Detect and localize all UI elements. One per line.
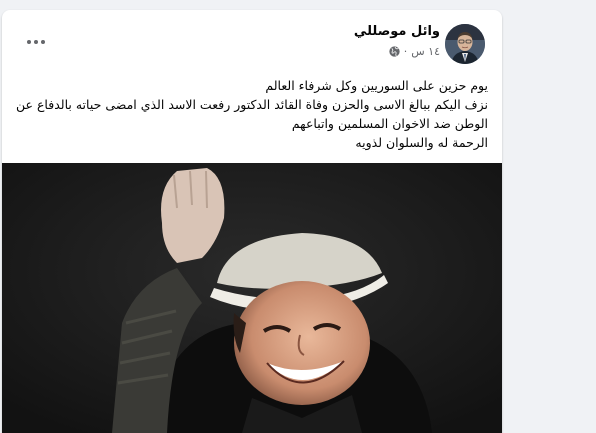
post-photo[interactable] [2, 163, 502, 433]
post-text-line: الرحمة له والسلوان لذويه [355, 135, 488, 150]
more-dot-icon [27, 40, 31, 44]
more-dot-icon [41, 40, 45, 44]
more-dot-icon [34, 40, 38, 44]
post-text-line: يوم حزين على السوريين وكل شرفاء العالم [265, 78, 488, 93]
post-header: وائل موصللي ١٤ س · [2, 10, 502, 70]
post-timestamp[interactable]: ١٤ س [411, 45, 440, 58]
author-name[interactable]: وائل موصللي [354, 24, 440, 39]
avatar-image [445, 24, 485, 64]
post-text: يوم حزين على السوريين وكل شرفاء العالم ن… [16, 76, 488, 152]
photo-image [2, 163, 502, 433]
post-card: وائل موصللي ١٤ س · يوم حزين على السوريين… [2, 10, 502, 433]
post-text-line: الوطن ضد الاخوان المسلمين واتباعهم [291, 116, 488, 131]
meta-separator: · [403, 45, 408, 58]
globe-icon[interactable] [389, 46, 400, 57]
post-meta: ١٤ س · [389, 45, 440, 58]
post-text-line: نزف اليكم ببالغ الاسى والحزن وفاة القائد… [16, 97, 488, 112]
avatar[interactable] [445, 24, 485, 64]
more-options-button[interactable] [24, 32, 48, 52]
